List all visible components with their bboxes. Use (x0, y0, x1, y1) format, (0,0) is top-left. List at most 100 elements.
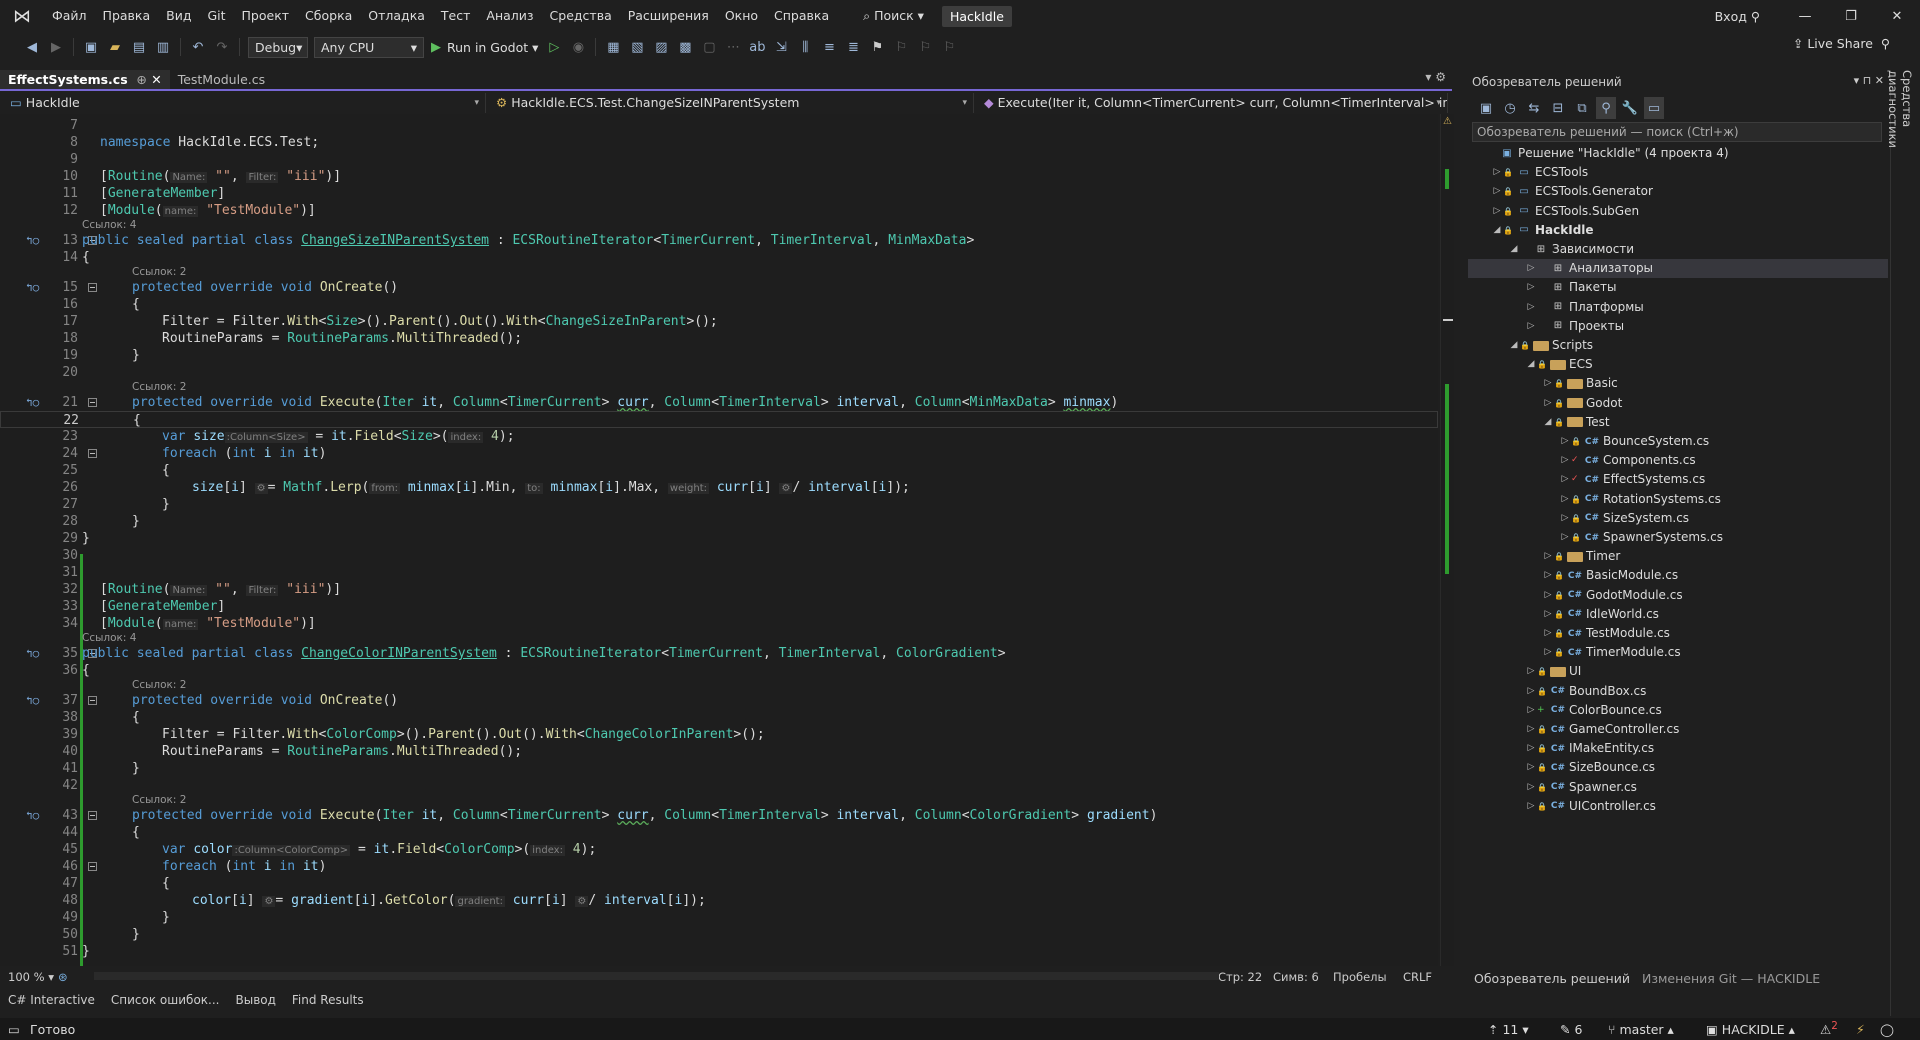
code-line[interactable]: 43 ↰○ protected override void Execute(Iter… (0, 807, 1438, 824)
code-line[interactable]: 20 (0, 364, 1438, 381)
tab-overflow-icon[interactable]: ▾ ⚙ (1425, 70, 1446, 84)
new-project-icon[interactable]: ▣ (81, 36, 101, 58)
changes-count[interactable]: ✎ 6 (1560, 1022, 1582, 1037)
code-line[interactable]: 27} (0, 496, 1438, 513)
code-line[interactable]: 25 { (0, 462, 1438, 479)
code-line[interactable]: 40 RoutineParams = RoutineParams.MultiThr… (0, 743, 1438, 760)
search-button[interactable]: ⌕ Поиск ▾ (855, 0, 932, 32)
code-line[interactable]: 13 ↰○ public sealed partial class ChangeSi… (0, 232, 1438, 249)
code-line[interactable]: 38 { (0, 709, 1438, 726)
code-line[interactable]: 39 Filter = Filter.With<ColorComp>().Pare… (0, 726, 1438, 743)
menu-2[interactable]: Вид (158, 0, 199, 32)
feedback-icon[interactable]: ◯ (1880, 1022, 1894, 1037)
close-button[interactable]: ✕ (1874, 9, 1920, 24)
code-line[interactable]: 32 [Routine(Name: "", Filter: "iii")] (0, 581, 1438, 598)
undo-icon[interactable]: ↶ (188, 36, 208, 58)
save-all-icon[interactable]: ▥ (153, 36, 173, 58)
line-indicator[interactable]: Стр: 22 (1218, 970, 1273, 984)
tree-item[interactable]: ▷ 🔒 Basic (1468, 374, 1888, 393)
fold-toggle-icon[interactable] (88, 811, 97, 820)
properties-icon[interactable]: 🔧 (1620, 97, 1640, 119)
open-icon[interactable]: ▰ (105, 36, 125, 58)
back-icon[interactable]: ◀ (22, 36, 42, 58)
sync-icon[interactable]: ⇆ (1524, 97, 1544, 119)
spell-check-icon[interactable]: ab (747, 36, 767, 58)
expand-arrow-icon[interactable]: ▷ (1525, 317, 1537, 336)
prev-bookmark-icon[interactable]: ⚐ (891, 36, 911, 58)
code-line[interactable]: 12 [Module(name: "TestModule")] (0, 202, 1438, 219)
tree-item[interactable]: ▷ 🔒 Godot (1468, 394, 1888, 413)
project-dropdown[interactable]: ▭ HackIdle ▾ (0, 93, 486, 113)
fold-toggle-icon[interactable] (88, 283, 97, 292)
code-line[interactable]: 21 ↰○ protected override void Execute(Iter… (0, 394, 1438, 411)
menu-4[interactable]: Проект (234, 0, 298, 32)
tree-item[interactable]: ▷ ⊞ Анализаторы (1468, 259, 1888, 279)
tree-item[interactable]: ▷ 🔒 C# GodotModule.cs (1468, 586, 1888, 605)
hot-reload-icon[interactable]: ◉ (568, 36, 588, 58)
code-line[interactable]: 29} (0, 530, 1438, 547)
configuration-select[interactable]: Debug ▾ (248, 36, 308, 58)
push-count[interactable]: ⇡ 11 ▾ (1488, 1022, 1529, 1037)
code-line[interactable]: 10 [Routine(Name: "", Filter: "iii")] (0, 168, 1438, 185)
override-glyph-icon[interactable]: ↰○ (26, 645, 39, 662)
filter-icon[interactable]: ⚲ (1596, 97, 1616, 119)
expand-arrow-icon[interactable]: ▷ (1559, 509, 1571, 528)
tree-item[interactable]: ▣ Решение "HackIdle" (4 проекта 4) (1468, 144, 1888, 163)
show-all-icon[interactable]: ⧉ (1572, 97, 1592, 119)
editor-vertical-scrollbar[interactable]: ⚠ (1440, 114, 1454, 966)
tree-item[interactable]: ◢ 🔒 ▭ HackIdle (1468, 221, 1888, 240)
step-icon[interactable]: ⇲ (771, 36, 791, 58)
uncomment-icon[interactable]: ≣ (843, 36, 863, 58)
tab-find-results[interactable]: Find Results (284, 990, 372, 1010)
run-button[interactable]: ▶ Run in Godot ▾ (431, 40, 538, 55)
member-dropdown[interactable]: ◆ Execute(Iter it, Column<TimerCurrent> … (974, 93, 1448, 113)
solution-search-input[interactable]: Обозреватель решений — поиск (Ctrl+ж) (1472, 122, 1882, 142)
menu-6[interactable]: Отладка (360, 0, 433, 32)
format-icon[interactable]: ▢ (699, 36, 719, 58)
code-line[interactable]: 18 RoutineParams = RoutineParams.MultiThr… (0, 330, 1438, 347)
tree-item[interactable]: ▷ 🔒 C# SpawnerSystems.cs (1468, 528, 1888, 547)
fold-toggle-icon[interactable] (88, 696, 97, 705)
platform-select[interactable]: Any CPU ▾ (314, 36, 424, 58)
code-line[interactable]: 24 foreach (int i in it) (0, 445, 1438, 462)
expand-arrow-icon[interactable]: ▷ (1525, 778, 1537, 797)
build-icon[interactable]: ▩ (675, 36, 695, 58)
expand-arrow-icon[interactable]: ▷ (1491, 163, 1503, 182)
menu-9[interactable]: Средства (542, 0, 620, 32)
tree-item[interactable]: ▷ + C# ColorBounce.cs (1468, 701, 1888, 720)
expand-arrow-icon[interactable]: ▷ (1491, 202, 1503, 221)
expand-arrow-icon[interactable]: ▷ (1525, 739, 1537, 758)
override-glyph-icon[interactable]: ↰○ (26, 692, 39, 709)
browse-icon[interactable]: ▦ (603, 36, 623, 58)
code-line[interactable]: 31 (0, 564, 1438, 581)
code-line[interactable]: 30 (0, 547, 1438, 564)
tree-item[interactable]: ▷ ✓ C# Components.cs (1468, 451, 1888, 470)
override-glyph-icon[interactable]: ↰○ (26, 394, 39, 411)
menu-11[interactable]: Окно (717, 0, 766, 32)
code-line[interactable]: 47 { (0, 875, 1438, 892)
code-line[interactable]: 9 (0, 151, 1438, 168)
tree-item[interactable]: ▷ 🔒 C# SizeSystem.cs (1468, 509, 1888, 528)
tree-item[interactable]: ▷ 🔒 C# IMakeEntity.cs (1468, 739, 1888, 758)
expand-arrow-icon[interactable]: ▷ (1542, 605, 1554, 624)
code-line[interactable]: 36 { (0, 662, 1438, 679)
expand-arrow-icon[interactable]: ◢ (1491, 221, 1503, 240)
expand-arrow-icon[interactable]: ◢ (1508, 240, 1520, 259)
tree-item[interactable]: ◢ 🔒 Scripts (1468, 336, 1888, 355)
layout-icon[interactable]: ▧ (627, 36, 647, 58)
code-line[interactable]: 41} (0, 760, 1438, 777)
code-line[interactable]: 49} (0, 909, 1438, 926)
code-line[interactable]: 50} (0, 926, 1438, 943)
comment-icon[interactable]: ≡ (819, 36, 839, 58)
grid-icon[interactable]: ▨ (651, 36, 671, 58)
expand-arrow-icon[interactable]: ▷ (1559, 470, 1571, 489)
fold-toggle-icon[interactable] (88, 449, 97, 458)
tree-item[interactable]: ◢ 🔒 ECS (1468, 355, 1888, 374)
tree-item[interactable]: ▷ ⊞ Проекты (1468, 317, 1888, 336)
history-icon[interactable]: ◷ (1500, 97, 1520, 119)
columns-icon[interactable]: ⫼ (795, 36, 815, 58)
code-line[interactable]: 46 foreach (int i in it) (0, 858, 1438, 875)
tree-item[interactable]: ▷ ✓ C# EffectSystems.cs (1468, 470, 1888, 489)
editor-horizontal-scrollbar[interactable] (94, 972, 1219, 980)
code-line[interactable]: 42 (0, 777, 1438, 794)
